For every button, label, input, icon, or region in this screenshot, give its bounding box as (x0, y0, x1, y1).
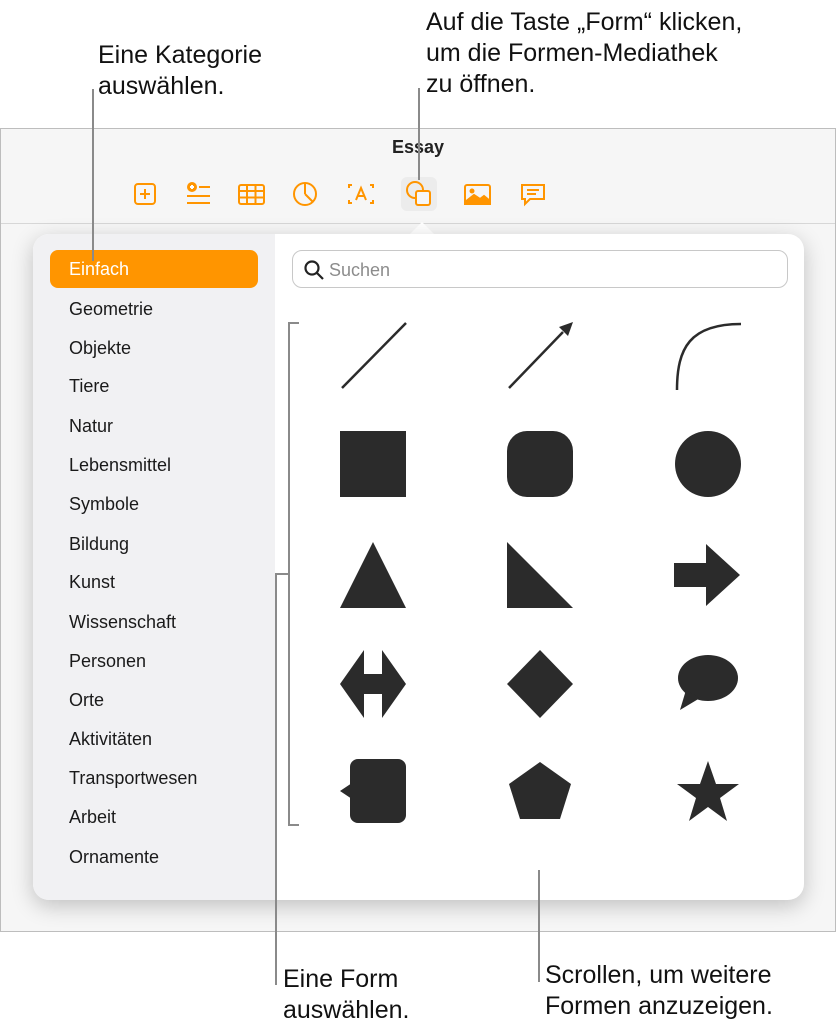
shapes-icon (406, 181, 431, 206)
table-button[interactable] (233, 177, 269, 211)
shape-grid-bracket-bottom (288, 824, 299, 826)
chart-button[interactable] (287, 177, 323, 211)
table-icon (238, 184, 265, 205)
callout-shape-button: Auf die Taste „Form“ klicken, um die For… (426, 8, 743, 98)
callout-choose-shape: Eine Form auswählen. (283, 965, 410, 1024)
category-item-orte[interactable]: Orte (50, 681, 258, 719)
category-item-kunst[interactable]: Kunst (50, 563, 258, 601)
pie-chart-icon (293, 182, 317, 206)
comment-button[interactable] (515, 177, 551, 211)
category-item-aktivitaeten[interactable]: Aktivitäten (50, 720, 258, 758)
category-item-personen[interactable]: Personen (50, 642, 258, 680)
text-box-button[interactable] (343, 177, 379, 211)
leader-category (92, 89, 94, 261)
callout-scroll: Scrollen, um weitere Formen anzuzeigen. (545, 961, 773, 1020)
callout-choose-category: Eine Kategorie auswählen. (98, 41, 263, 100)
leader-shape-button (418, 88, 420, 180)
speech-bubble-shape[interactable] (668, 644, 748, 724)
leader-choose-shape (275, 573, 277, 985)
search-icon (304, 260, 324, 280)
circle-shape[interactable] (668, 425, 748, 505)
category-item-lebensmittel[interactable]: Lebensmittel (50, 446, 258, 484)
category-item-bildung[interactable]: Bildung (50, 525, 258, 563)
photo-icon (464, 184, 491, 205)
callout-square-shape[interactable] (334, 753, 414, 833)
curve-shape[interactable] (668, 318, 748, 398)
text-box-icon (348, 184, 374, 204)
category-item-symbole[interactable]: Symbole (50, 485, 258, 523)
category-sidebar: Einfach Geometrie Objekte Tiere Natur Le… (33, 234, 275, 900)
search-input[interactable] (327, 255, 771, 285)
category-item-einfach[interactable]: Einfach (50, 250, 258, 288)
search-field[interactable] (292, 250, 788, 288)
leader-choose-shape-link (276, 573, 289, 575)
line-shape[interactable] (334, 318, 414, 398)
shapes-library-popover: Einfach Geometrie Objekte Tiere Natur Le… (33, 234, 804, 900)
category-item-geometrie[interactable]: Geometrie (50, 290, 258, 328)
triangle-shape[interactable] (334, 536, 414, 616)
right-triangle-shape[interactable] (501, 536, 581, 616)
arrow-line-shape[interactable] (501, 318, 581, 398)
category-item-arbeit[interactable]: Arbeit (50, 798, 258, 836)
category-item-tiere[interactable]: Tiere (50, 367, 258, 405)
star-shape[interactable] (668, 753, 748, 833)
shape-grid-bracket-top (288, 322, 299, 324)
arrow-shape[interactable] (668, 536, 748, 616)
category-item-transportwesen[interactable]: Transportwesen (50, 759, 258, 797)
category-item-natur[interactable]: Natur (50, 407, 258, 445)
leader-scroll (538, 870, 540, 982)
category-item-ornamente[interactable]: Ornamente (50, 838, 258, 876)
rounded-square-shape[interactable] (501, 425, 581, 505)
insert-button[interactable] (127, 177, 163, 211)
diamond-shape[interactable] (501, 644, 581, 724)
shape-button[interactable] (401, 177, 437, 211)
media-button[interactable] (459, 177, 495, 211)
double-arrow-shape[interactable] (334, 644, 414, 724)
comment-icon (521, 184, 545, 207)
add-list-icon (187, 182, 210, 204)
add-list-button[interactable] (180, 177, 216, 211)
category-item-objekte[interactable]: Objekte (50, 329, 258, 367)
plus-square-icon (134, 183, 156, 205)
category-item-wissenschaft[interactable]: Wissenschaft (50, 603, 258, 641)
square-shape[interactable] (334, 425, 414, 505)
pentagon-shape[interactable] (501, 753, 581, 833)
